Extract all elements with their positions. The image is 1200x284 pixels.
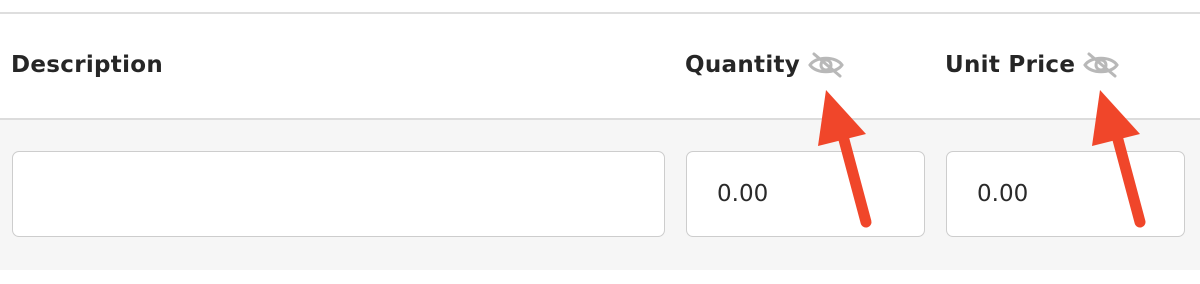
quantity-header-label: Quantity <box>685 52 801 78</box>
quantity-input[interactable] <box>686 151 925 237</box>
quantity-column-header: Quantity <box>685 52 844 78</box>
description-header-label: Description <box>11 52 164 78</box>
unit-price-input[interactable] <box>946 151 1185 237</box>
eye-slash-icon[interactable] <box>808 52 844 78</box>
description-input[interactable] <box>12 151 665 237</box>
unit-price-column-header: Unit Price <box>945 52 1120 78</box>
unit-price-header-label: Unit Price <box>945 52 1076 78</box>
line-items-table: Description Quantity Unit Price <box>0 0 1200 284</box>
eye-slash-icon[interactable] <box>1083 52 1120 78</box>
description-column-header: Description <box>11 52 163 78</box>
